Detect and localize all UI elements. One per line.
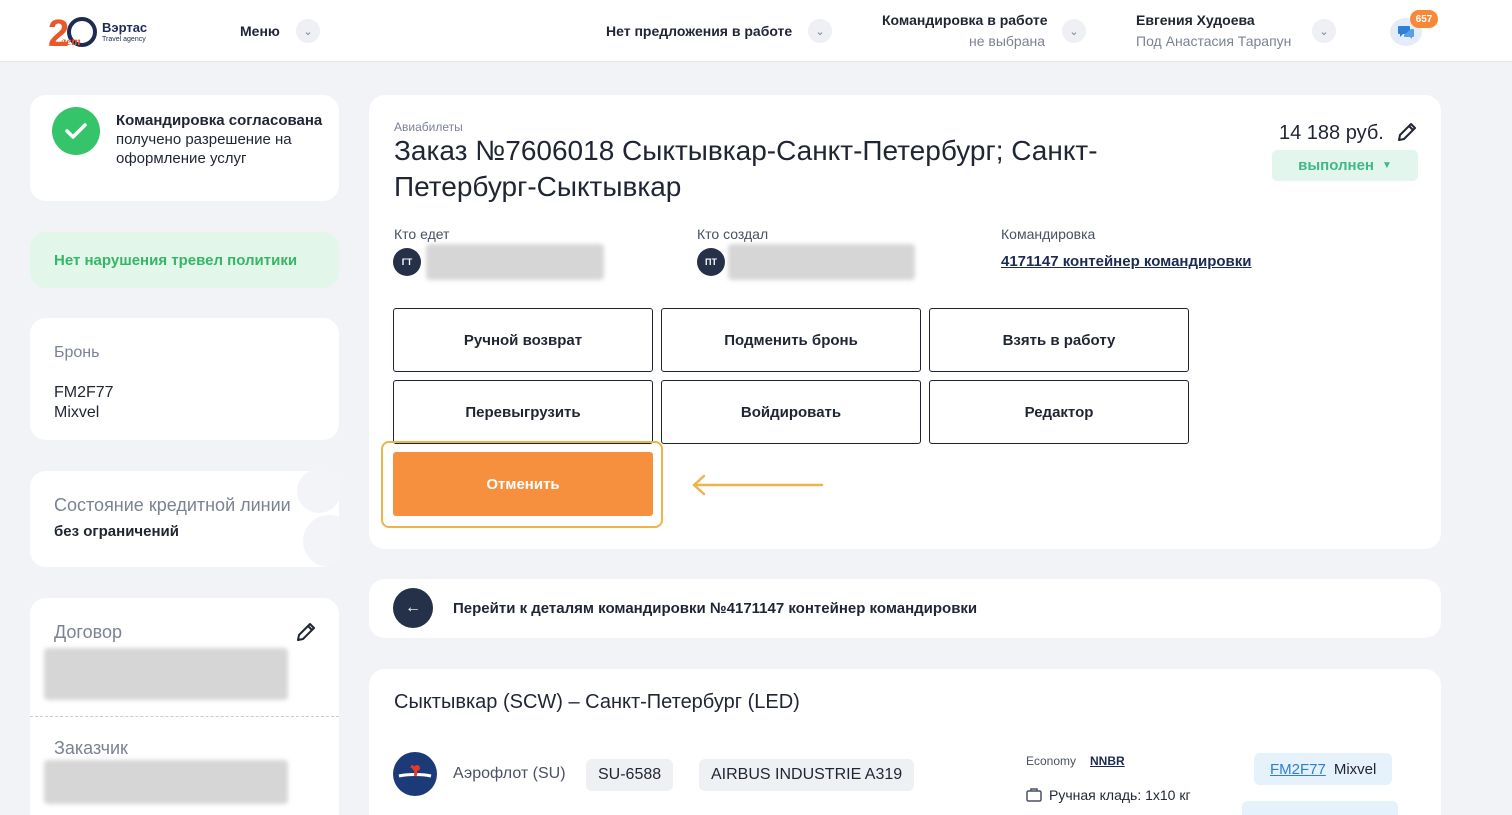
- booking-provider: Mixvel: [54, 404, 100, 421]
- menu-label[interactable]: Меню: [240, 23, 280, 39]
- decorative-shape-icon: [297, 471, 339, 567]
- approval-card: Командировка согласована получено разреш…: [30, 95, 339, 201]
- contract-card: Договор Заказчик: [30, 598, 339, 815]
- edit-contract-pencil-icon[interactable]: [294, 620, 318, 644]
- contract-value-redacted: [44, 648, 288, 700]
- booking-card: Бронь FM2F77 Mixvel: [30, 318, 339, 440]
- offer-chevron-down-icon[interactable]: ⌄: [808, 19, 832, 43]
- cancel-button[interactable]: Отменить: [393, 452, 653, 516]
- aircraft-chip: AIRBUS INDUSTRIE A319: [699, 759, 915, 791]
- contract-label: Договор: [54, 622, 122, 642]
- credit-label: Состояние кредитной линии: [54, 495, 291, 515]
- creator-name-redacted: [728, 244, 915, 280]
- airline-name: Аэрофлот (SU): [453, 765, 566, 782]
- divider: [30, 716, 339, 717]
- edit-price-pencil-icon[interactable]: [1395, 120, 1419, 144]
- creator-label: Кто создал: [697, 226, 769, 242]
- replace-booking-button[interactable]: Подменить бронь: [661, 308, 921, 372]
- order-price: 14 188 руб.: [1279, 122, 1384, 144]
- segment-booking-code-link[interactable]: FM2F77: [1270, 761, 1326, 778]
- order-title-line2: Петербург-Сыктывкар: [394, 171, 682, 202]
- traveler-name-redacted: [426, 244, 604, 280]
- check-icon: [52, 107, 100, 155]
- order-category: Авиабилеты: [394, 120, 463, 134]
- arrow-left-icon[interactable]: ←: [393, 588, 433, 628]
- creator-avatar: ПТ: [697, 248, 725, 276]
- customer-value-redacted: [44, 760, 288, 804]
- baggage-icon: [1026, 788, 1042, 802]
- order-title: Заказ №7606018 Сыктывкар-Санкт-Петербург…: [394, 133, 1194, 205]
- editor-button[interactable]: Редактор: [929, 380, 1189, 444]
- credit-line-card: Состояние кредитной линии без ограничени…: [30, 471, 339, 567]
- void-button[interactable]: Войдировать: [661, 380, 921, 444]
- customer-label: Заказчик: [54, 738, 128, 758]
- policy-status-badge: Нет нарушения тревел политики: [30, 232, 339, 288]
- logo-subtitle: Travel agency: [102, 36, 146, 43]
- order-status-dropdown[interactable]: выполнен ▼: [1272, 150, 1418, 181]
- order-title-line1: Заказ №7606018 Сыктывкар-Санкт-Петербург…: [394, 135, 1098, 166]
- booking-label: Бронь: [54, 344, 100, 361]
- trip-in-work-sub: не выбрана: [969, 33, 1046, 49]
- fare-code-link[interactable]: NNBR: [1090, 754, 1125, 768]
- user-sub: Под Анастасия Тарапун: [1136, 33, 1292, 49]
- logo-text: Вэртас: [102, 20, 148, 35]
- who-goes-label: Кто едет: [394, 226, 450, 242]
- segment-booking-provider: Mixvel: [1333, 760, 1377, 778]
- chat-count-badge: 657: [1410, 10, 1438, 28]
- credit-value: без ограничений: [54, 523, 179, 540]
- manual-refund-button[interactable]: Ручной возврат: [393, 308, 653, 372]
- arrow-left-annotation-icon: [692, 474, 824, 496]
- trip-nav-text[interactable]: Перейти к деталям командировки №4171147 …: [453, 600, 977, 617]
- baggage-info: Ручная кладь: 1x10 кг: [1049, 787, 1191, 803]
- menu-chevron-down-icon[interactable]: ⌄: [296, 19, 320, 43]
- booking-code: FM2F77: [54, 384, 114, 401]
- segment-route: Сыктывкар (SCW) – Санкт-Петербург (LED): [394, 691, 800, 713]
- top-header: 2 лет Вэртас Travel agency Меню ⌄ Нет пр…: [0, 0, 1512, 62]
- logo-years: лет: [60, 34, 81, 48]
- trip-label: Командировка: [1001, 226, 1096, 242]
- segment-booking-chip: FM2F77 Mixvel: [1254, 753, 1393, 785]
- segment-extra-chip: [1242, 801, 1398, 815]
- approval-subtitle: получено разрешение на оформление услуг: [116, 131, 292, 167]
- offer-status-label[interactable]: Нет предложения в работе: [606, 23, 792, 39]
- fare-class: Economy: [1026, 754, 1077, 768]
- approval-title: Командировка согласована: [116, 112, 323, 129]
- trip-link[interactable]: 4171147 контейнер командировки: [1001, 253, 1252, 270]
- flight-number-chip: SU-6588: [586, 759, 674, 791]
- caret-down-icon: ▼: [1381, 160, 1392, 171]
- trip-chevron-down-icon[interactable]: ⌄: [1062, 19, 1086, 43]
- user-name[interactable]: Евгения Худоева: [1136, 12, 1255, 28]
- user-chevron-down-icon[interactable]: ⌄: [1312, 19, 1336, 43]
- aeroflot-logo-icon: [393, 752, 437, 796]
- order-status-label: выполнен: [1298, 157, 1374, 174]
- traveler-avatar: ГТ: [393, 248, 421, 276]
- reupload-button[interactable]: Перевыгрузить: [393, 380, 653, 444]
- take-to-work-button[interactable]: Взять в работу: [929, 308, 1189, 372]
- trip-in-work-label[interactable]: Командировка в работе: [882, 12, 1048, 28]
